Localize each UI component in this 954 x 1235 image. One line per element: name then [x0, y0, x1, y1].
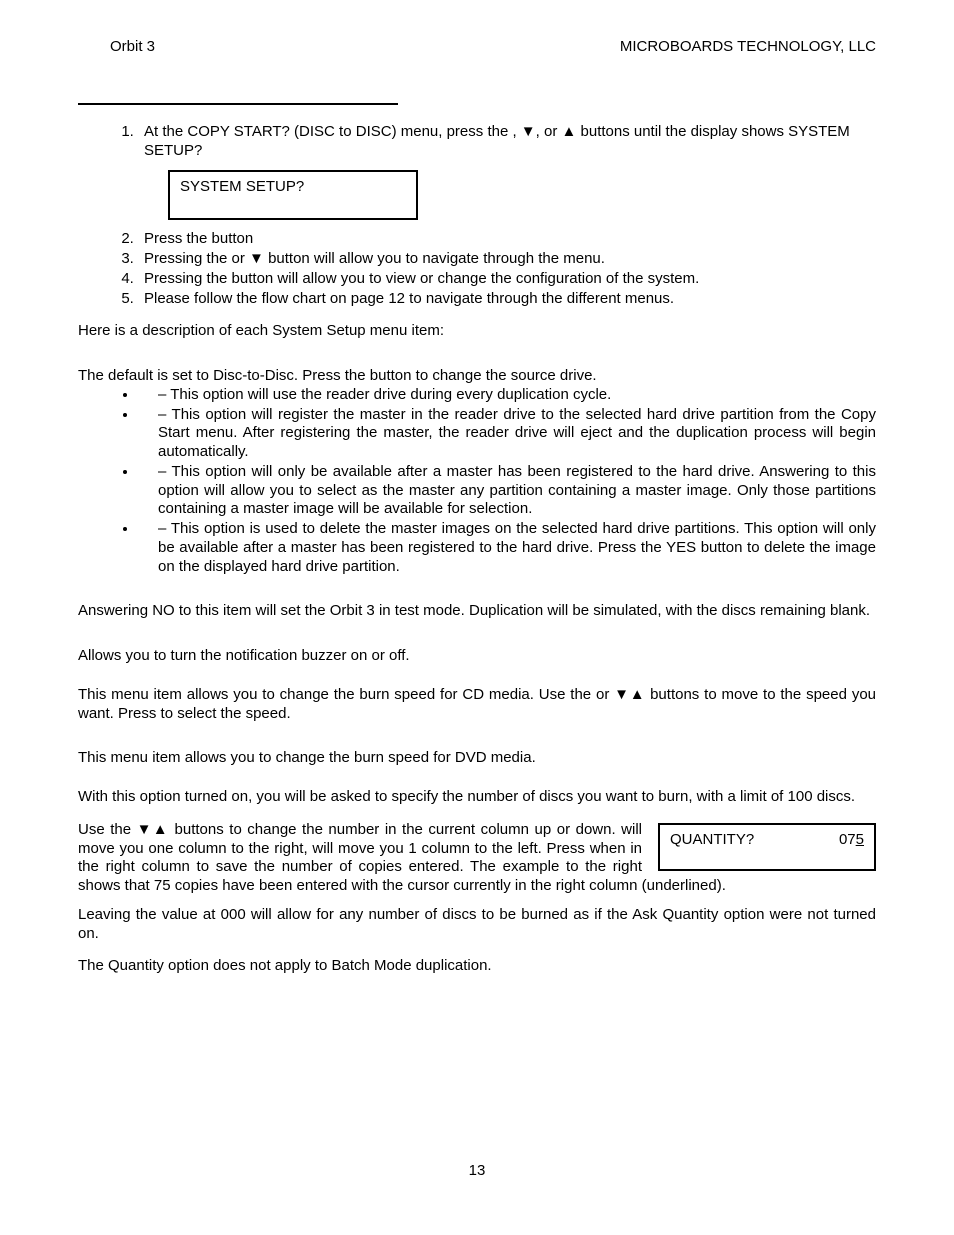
b3a: – This option will only be available aft…	[158, 463, 835, 480]
page-header: Orbit 3 MICROBOARDS TECHNOLOGY, LLC	[78, 38, 876, 57]
step-3b: or ▼ button will allow you to navigate t…	[232, 250, 605, 267]
b2: – This option will register the master i…	[158, 406, 876, 461]
b4: – This option is used to delete the mast…	[158, 520, 876, 575]
step-1: At the COPY START? (DISC to DISC) menu, …	[138, 123, 876, 221]
step-2b: button	[212, 230, 254, 247]
default-a: The default is set to Disc-to-Disc. Pres…	[78, 367, 370, 384]
bullet-delete: – This option is used to delete the mast…	[138, 520, 876, 576]
header-right-title: MICROBOARDS TECHNOLOGY, LLC	[620, 38, 876, 57]
step-5: Please follow the flow chart on page 12 …	[138, 290, 876, 309]
bullet-disc-to-disc: – This option will use the reader drive …	[138, 386, 876, 405]
setup-description: Here is a description of each System Set…	[78, 322, 876, 341]
test-mode-text: Answering NO to this item will set the O…	[78, 602, 876, 621]
default-source-line: The default is set to Disc-to-Disc. Pres…	[78, 367, 876, 386]
cd-c: to select the speed.	[161, 705, 291, 722]
b1: – This option will use the reader drive …	[158, 386, 611, 403]
quantity-value: 075	[839, 831, 864, 850]
buzzer-text: Allows you to turn the notification buzz…	[78, 647, 876, 666]
page-number: 13	[0, 1162, 954, 1181]
step-2: Press the button	[138, 230, 876, 249]
quantity-batch-note: The Quantity option does not apply to Ba…	[78, 957, 876, 976]
qty-last-digit: 5	[856, 831, 864, 848]
step-4: Pressing the button will allow you to vi…	[138, 270, 876, 289]
cd-speed-text: This menu item allows you to change the …	[78, 686, 876, 724]
cd-a: This menu item allows you to change the …	[78, 686, 596, 703]
header-left-title: Orbit 3	[78, 38, 155, 57]
default-b: button to change the source drive.	[370, 367, 597, 384]
dvd-speed-text: This menu item allows you to change the …	[78, 749, 876, 768]
step-4b: button will allow you to view or change …	[232, 270, 700, 287]
qty-pre: 07	[839, 831, 856, 848]
document-page: Orbit 3 MICROBOARDS TECHNOLOGY, LLC At t…	[0, 0, 954, 1235]
bullet-register: – This option will register the master i…	[138, 406, 876, 462]
step-5-text: Please follow the flow chart on page 12 …	[144, 290, 674, 307]
section-divider	[78, 103, 398, 105]
step-4a: Pressing the	[144, 270, 232, 287]
quantity-zero-note: Leaving the value at 000 will allow for …	[78, 906, 876, 944]
quantity-section: QUANTITY? 075 Use the ▼▲ buttons to chan…	[78, 821, 876, 896]
lcd-display-box: SYSTEM SETUP?	[168, 170, 418, 220]
quantity-intro: With this option turned on, you will be …	[78, 788, 876, 807]
qa: Use the ▼▲ buttons to change the number …	[78, 821, 621, 838]
source-options-list: – This option will use the reader drive …	[116, 386, 876, 577]
step-1-text-a: At the COPY START? (DISC to DISC) menu, …	[144, 123, 512, 140]
step-3a: Pressing the	[144, 250, 232, 267]
quantity-display-box: QUANTITY? 075	[658, 823, 876, 871]
step-3: Pressing the or ▼ button will allow you …	[138, 250, 876, 269]
lcd-text: SYSTEM SETUP?	[180, 178, 304, 195]
quantity-label: QUANTITY?	[670, 831, 754, 850]
numbered-steps: At the COPY START? (DISC to DISC) menu, …	[116, 123, 876, 309]
bullet-hd-master: – This option will only be available aft…	[138, 463, 876, 519]
step-2a: Press the	[144, 230, 212, 247]
qc: will move you 1 column to the left. Pres…	[312, 840, 589, 857]
